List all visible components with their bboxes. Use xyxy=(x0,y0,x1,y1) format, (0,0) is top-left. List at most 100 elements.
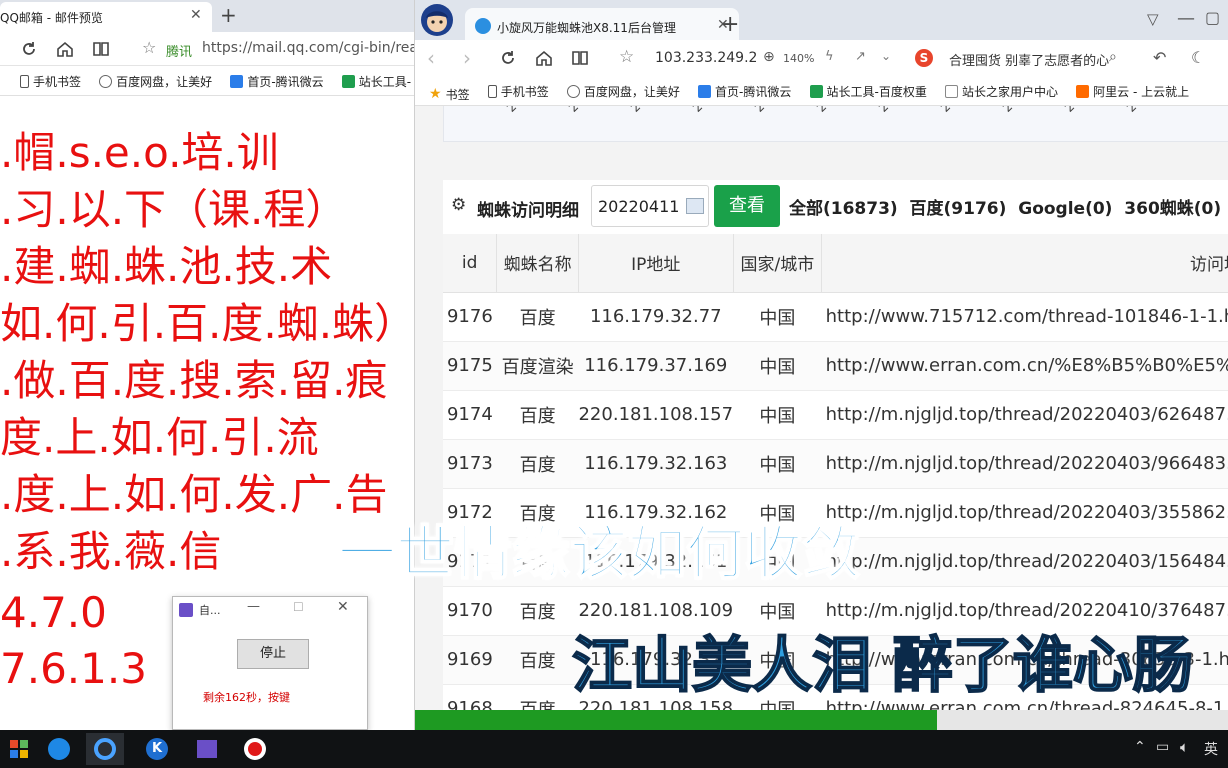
filter-google[interactable]: Google(0) xyxy=(1018,199,1112,219)
tray-chevron-up-icon[interactable]: ⌃ xyxy=(1134,739,1146,755)
bookmark-baidu-pan[interactable]: 百度网盘，让美好 xyxy=(566,83,680,100)
cell-country: 中国 xyxy=(733,292,822,342)
new-tab-icon[interactable]: + xyxy=(721,12,739,37)
home-icon[interactable] xyxy=(52,36,78,62)
cell-country: 中国 xyxy=(733,341,822,391)
cell-url[interactable]: http://m.njgljd.top/thread/20220403/6264… xyxy=(821,390,1228,440)
col-header-url[interactable]: 访问地址 xyxy=(821,234,1228,293)
caption-line-2: 江山美人泪 醉了谁心肠 xyxy=(571,631,1194,701)
moon-icon[interactable]: ☾ xyxy=(1191,48,1205,67)
refresh-icon[interactable] xyxy=(16,36,42,62)
right-address-input[interactable]: 103.233.249.2 xyxy=(655,50,757,66)
search-icon[interactable]: ⌕ xyxy=(1109,49,1117,65)
volume-icon[interactable]: 🔈︎ xyxy=(1180,738,1189,756)
table-row: 9170 百度 220.181.108.109 中国 http://m.njgl… xyxy=(443,586,1228,636)
back-icon[interactable]: ‹ xyxy=(427,46,435,70)
cell-spider-name: 百度 xyxy=(496,586,579,636)
cell-url[interactable]: http://www.715712.com/thread-101846-1-1.… xyxy=(821,292,1228,342)
home-icon[interactable] xyxy=(531,45,557,71)
taskbar-editor-icon[interactable] xyxy=(188,733,226,765)
chinaz-icon xyxy=(809,85,823,98)
bookmark-mobile[interactable]: 手机书签 xyxy=(487,83,549,100)
query-button[interactable]: 查看 xyxy=(714,185,780,227)
bookmark-label: 站长工具- xyxy=(358,75,412,89)
zoom-level[interactable]: 140% xyxy=(783,52,814,65)
bookmark-folder[interactable]: ★ 书签 xyxy=(429,86,470,103)
course-line: .帽.s.e.o.培.训 xyxy=(0,128,279,177)
col-header-spider-name[interactable]: 蜘蛛名称 xyxy=(496,234,579,293)
bookmark-aliyun[interactable]: 阿里云 - 上云就上 xyxy=(1076,83,1189,100)
col-header-id[interactable]: id xyxy=(443,234,498,293)
reader-icon[interactable] xyxy=(88,36,114,62)
maximize-icon[interactable]: ▢ xyxy=(1205,8,1220,27)
taskbar-k-icon[interactable]: K xyxy=(138,733,176,765)
start-button[interactable] xyxy=(0,733,38,765)
left-tab-bar: QQ邮箱 - 邮件预览 ✕ + xyxy=(0,0,414,32)
bookmark-baidu-pan[interactable]: 百度网盘，让美好 xyxy=(99,73,212,90)
news-ticker[interactable]: 合理囤货 别辜了志愿者的心 xyxy=(949,50,1109,69)
cell-url[interactable]: http://m.njgljd.top/thread/20220403/3558… xyxy=(821,488,1228,538)
taskbar-record-icon[interactable] xyxy=(236,733,274,765)
maximize-icon[interactable]: ☐ xyxy=(293,600,304,614)
cell-url[interactable]: http://m.njgljd.top/thread/20220403/9664… xyxy=(821,439,1228,489)
col-header-ip[interactable]: IP地址 xyxy=(578,234,734,293)
bookmark-mobile[interactable]: 手机书签 xyxy=(20,73,81,90)
bookmark-chinaz-user[interactable]: 站长之家用户中心 xyxy=(945,83,1058,100)
network-icon[interactable]: ▭ xyxy=(1156,739,1169,755)
course-line: 4.7.0 xyxy=(0,588,107,637)
cell-url[interactable]: http://www.erran.com.cn/%E8%B5%B0%E5%BE xyxy=(821,341,1228,391)
forward-icon[interactable]: › xyxy=(463,46,471,70)
cell-ip: 116.179.37.169 xyxy=(578,341,734,391)
new-tab-icon[interactable]: + xyxy=(220,3,237,27)
shirt-icon[interactable]: ▽ xyxy=(1147,10,1159,28)
ime-label[interactable]: 英 xyxy=(1204,739,1218,759)
filter-all[interactable]: 全部(16873) xyxy=(789,199,898,219)
reader-icon[interactable] xyxy=(567,45,593,71)
cell-country: 中国 xyxy=(733,439,822,489)
course-line: .习.以.下（课.程） xyxy=(0,185,348,234)
bookmark-chinaz[interactable]: 站长工具- xyxy=(341,73,412,90)
cell-id: 9174 xyxy=(443,390,497,440)
right-browser-window: 小旋风万能蜘蛛池X8.11后台管理 ✕ + ▽ — ▢ ‹ › ☆ 103.23… xyxy=(414,0,1228,730)
bookmark-label: 百度网盘，让美好 xyxy=(583,85,680,99)
bookmark-label: 首页-腾讯微云 xyxy=(247,75,324,89)
zoom-icon[interactable]: ⊕ xyxy=(763,49,775,65)
col-header-country[interactable]: 国家/城市 xyxy=(733,234,823,293)
cell-url[interactable]: http://m.njgljd.top/thread/20220410/3764… xyxy=(821,586,1228,636)
cell-url[interactable]: http://m.njgljd.top/thread/20220403/1564… xyxy=(821,537,1228,587)
search-engine-icon[interactable]: S xyxy=(915,49,933,67)
cell-spider-name: 百度 xyxy=(496,292,579,342)
bookmark-chinaz[interactable]: 站长工具-百度权重 xyxy=(809,83,927,100)
star-icon: ★ xyxy=(429,86,442,102)
date-input[interactable]: 20220411 xyxy=(591,185,709,227)
calendar-icon[interactable] xyxy=(686,198,704,214)
close-tab-icon[interactable]: ✕ xyxy=(190,7,202,23)
taskbar-browser-icon[interactable] xyxy=(86,733,124,765)
refresh-icon[interactable] xyxy=(495,45,521,71)
progress-track xyxy=(415,710,1228,730)
cell-ip: 220.181.108.157 xyxy=(578,390,734,440)
cell-country: 中国 xyxy=(733,586,822,636)
favorite-star-icon[interactable]: ☆ xyxy=(142,38,156,57)
lightning-icon[interactable]: ϟ xyxy=(825,49,834,64)
close-icon[interactable]: ✕ xyxy=(337,599,349,615)
bookmark-weiyun[interactable]: 首页-腾讯微云 xyxy=(698,83,791,100)
course-line: 如.何.引.百.度.蜘.蛛） xyxy=(0,299,414,348)
avatar[interactable] xyxy=(421,4,453,36)
cell-spider-name: 百度渲染 xyxy=(496,341,579,391)
bookmark-weiyun[interactable]: 首页-腾讯微云 xyxy=(230,73,324,90)
favorite-star-icon[interactable]: ☆ xyxy=(619,47,634,67)
filter-baidu[interactable]: 百度(9176) xyxy=(910,199,1007,219)
share-icon[interactable]: ↗ xyxy=(855,49,866,64)
left-tab-mail-preview[interactable]: QQ邮箱 - 邮件预览 ✕ xyxy=(0,2,212,32)
stop-button[interactable]: 停止 xyxy=(237,639,309,669)
progress-fill xyxy=(415,710,937,730)
undo-icon[interactable]: ↶ xyxy=(1153,48,1166,67)
taskbar-teamviewer-icon[interactable] xyxy=(40,733,78,765)
filter-360[interactable]: 360蜘蛛(0) xyxy=(1124,199,1221,219)
minimize-icon[interactable]: — xyxy=(247,599,260,614)
chevron-down-icon[interactable]: ⌄ xyxy=(881,49,891,63)
phone-icon xyxy=(487,85,497,98)
left-address-input[interactable]: https://mail.qq.com/cgi-bin/rea xyxy=(202,40,414,56)
minimize-icon[interactable]: — xyxy=(1177,8,1195,29)
